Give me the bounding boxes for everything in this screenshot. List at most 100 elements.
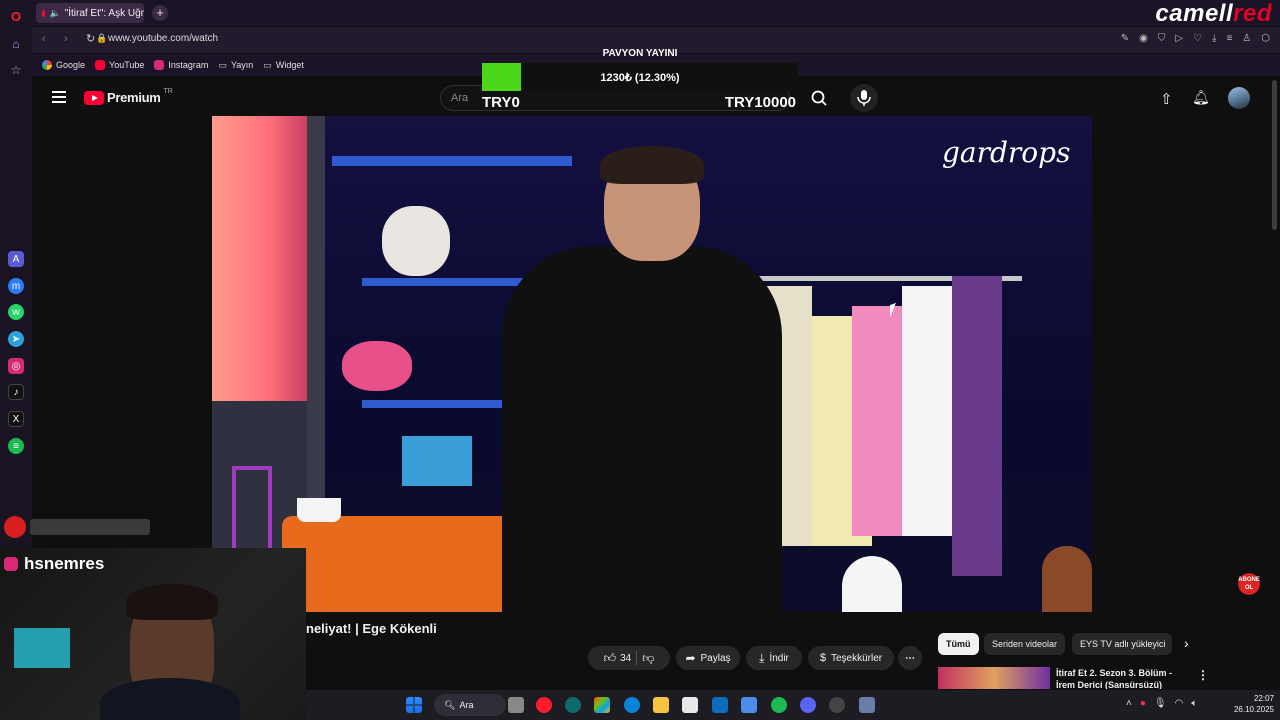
like-button[interactable]: 👍︎ 34 bbox=[604, 651, 632, 666]
url-text[interactable]: www.youtube.com/watch bbox=[108, 33, 218, 44]
share-button[interactable]: ➦ Paylaş bbox=[676, 646, 740, 670]
donation-progress-text: 1230₺ (12.30%) bbox=[600, 72, 680, 84]
upload-icon[interactable]: ⇧ bbox=[1160, 90, 1173, 108]
thanks-icon: $ bbox=[819, 652, 826, 664]
opera-taskbar-icon[interactable] bbox=[536, 697, 552, 713]
play-icon[interactable]: ▷ bbox=[1175, 33, 1183, 44]
aria-icon[interactable]: A bbox=[8, 251, 24, 267]
reload-icon[interactable]: ↻ bbox=[86, 32, 95, 45]
download-button[interactable]: ⤓ İndir bbox=[746, 646, 802, 670]
chip-uploader[interactable]: EYS TV adlı yükleyici bbox=[1072, 633, 1172, 655]
microphone-icon bbox=[857, 90, 871, 106]
taskbar-search-label: Ara bbox=[459, 700, 474, 710]
avatar[interactable] bbox=[1228, 87, 1250, 109]
home-icon[interactable]: ⌂ bbox=[8, 36, 24, 52]
tiktok-icon[interactable]: ♪ bbox=[8, 384, 24, 400]
chip-series[interactable]: Seriden videolar bbox=[984, 633, 1066, 655]
whatsapp-icon[interactable]: w bbox=[8, 304, 24, 320]
bookmark-label: Google bbox=[56, 60, 86, 70]
wifi-icon[interactable]: ◠ bbox=[1175, 698, 1184, 709]
task-view-icon[interactable] bbox=[508, 697, 524, 713]
share-icon: ➦ bbox=[685, 651, 696, 665]
notifications-bell-icon[interactable]: 🔔︎ bbox=[1192, 89, 1210, 106]
tab-bar: 🔈 "İtiraf Et": Aşk Uğr + camellred bbox=[32, 0, 1280, 27]
voice-search-button[interactable] bbox=[850, 84, 878, 112]
edge-icon[interactable] bbox=[624, 697, 640, 713]
discord-icon[interactable] bbox=[800, 697, 816, 713]
youtube-premium-logo[interactable]: Premium TR bbox=[84, 88, 173, 105]
app-icon[interactable] bbox=[741, 697, 757, 713]
chips-next-icon[interactable]: › bbox=[1184, 635, 1189, 651]
heart-icon[interactable]: ♡ bbox=[1193, 33, 1202, 44]
guitar bbox=[1042, 546, 1092, 612]
obs-icon[interactable] bbox=[829, 697, 845, 713]
system-tray[interactable]: ˄ ● 🎙︎ ◠ 🔈︎ bbox=[1126, 698, 1197, 709]
instagram-icon bbox=[154, 60, 165, 70]
shield-icon[interactable]: ⛉ bbox=[1158, 33, 1166, 44]
camera-icon[interactable]: ◉ bbox=[1139, 33, 1148, 44]
store-icon[interactable] bbox=[682, 697, 698, 713]
sponsor-logo bbox=[4, 513, 158, 541]
spotify-icon[interactable]: ≡ bbox=[8, 438, 24, 454]
profile-icon[interactable]: ♙ bbox=[1242, 33, 1251, 44]
thanks-button[interactable]: $ Teşekkürler bbox=[808, 646, 894, 670]
speaker-icon[interactable]: 🔈 bbox=[49, 8, 60, 19]
edit-icon[interactable]: ✎ bbox=[1121, 33, 1129, 44]
bookmark-label: Instagram bbox=[168, 60, 209, 70]
opera-logo-icon[interactable]: O bbox=[8, 8, 24, 24]
bookmark-label: YouTube bbox=[109, 60, 145, 70]
search-button[interactable] bbox=[804, 85, 834, 111]
bookmark-instagram[interactable]: Instagram bbox=[154, 60, 208, 70]
subscribe-badge[interactable]: ABONE OL bbox=[1236, 572, 1262, 596]
donation-goal-overlay: PAVYON YAYINI 1230₺ (12.30%) TRY0 TRY100… bbox=[482, 48, 798, 114]
page-scrollbar[interactable] bbox=[1272, 80, 1277, 230]
spotify-taskbar-icon[interactable] bbox=[771, 697, 787, 713]
extensions-icon[interactable]: ⬡ bbox=[1261, 33, 1270, 44]
bookmark-yayin[interactable]: ▭ Yayın bbox=[218, 60, 253, 71]
taskbar-search[interactable]: 🔍︎ Ara bbox=[434, 694, 506, 716]
dislike-button[interactable]: 👎︎ bbox=[642, 651, 654, 666]
tray-mic-icon[interactable]: 🎙︎ bbox=[1154, 698, 1167, 709]
bookmark-widget[interactable]: ▭ Widget bbox=[263, 60, 304, 71]
related-thumbnail[interactable] bbox=[938, 667, 1050, 689]
mail-icon[interactable] bbox=[712, 697, 728, 713]
favorites-icon[interactable]: ☆ bbox=[8, 62, 24, 78]
youtube-icon bbox=[95, 60, 106, 70]
bookmark-youtube[interactable]: YouTube bbox=[95, 60, 144, 70]
related-video[interactable]: İtiraf Et 2. Sezon 3. Bölüm - İrem Deric… bbox=[1056, 667, 1186, 689]
related-title-line1: İtiraf Et 2. Sezon 3. Bölüm - bbox=[1056, 668, 1173, 678]
related-more-icon[interactable]: ⋮ bbox=[1197, 668, 1209, 682]
search-icon: 🔍︎ bbox=[444, 699, 456, 710]
forward-icon[interactable]: › bbox=[64, 33, 68, 45]
video-player[interactable]: gardrops bbox=[212, 116, 1092, 612]
more-actions-button[interactable]: ⋯ bbox=[898, 646, 922, 670]
windows-start-icon[interactable] bbox=[406, 697, 422, 713]
chip-all[interactable]: Tümü bbox=[938, 633, 979, 655]
messenger-icon[interactable]: m bbox=[8, 278, 24, 294]
new-tab-button[interactable]: + bbox=[152, 5, 168, 21]
download-icon[interactable]: ⤓ bbox=[1212, 33, 1216, 44]
logo-text: Premium bbox=[107, 90, 161, 105]
subscribe-badge-line2: OL bbox=[1244, 585, 1254, 591]
tray-app-icon[interactable]: ● bbox=[1140, 698, 1146, 709]
tray-chevron-icon[interactable]: ˄ bbox=[1126, 698, 1132, 709]
back-icon[interactable]: ‹ bbox=[42, 33, 46, 45]
volume-icon[interactable]: 🔈︎ bbox=[1191, 698, 1197, 709]
related-title-line2: İrem Derici (Sansürsüzü) bbox=[1056, 680, 1163, 689]
donation-goal-title: PAVYON YAYINI bbox=[602, 48, 678, 59]
clock[interactable]: 22:07 26.10.2025 bbox=[1230, 693, 1274, 715]
tab-youtube-video[interactable]: 🔈 "İtiraf Et": Aşk Uğr bbox=[36, 3, 144, 23]
google-icon bbox=[42, 60, 52, 70]
settings-gear-icon[interactable] bbox=[859, 697, 875, 713]
file-explorer-icon[interactable] bbox=[653, 697, 669, 713]
menu-icon[interactable]: ≡ bbox=[1226, 33, 1232, 44]
microsoft365-icon[interactable] bbox=[594, 697, 610, 713]
video-title: neliyat! | Ege Kökenli bbox=[306, 621, 437, 636]
x-icon[interactable]: X bbox=[8, 411, 24, 427]
hamburger-menu-icon[interactable] bbox=[52, 91, 66, 103]
telegram-icon[interactable]: ➤ bbox=[8, 331, 24, 347]
instagram-icon[interactable]: ◎ bbox=[8, 358, 24, 374]
bookmark-google[interactable]: Google bbox=[42, 60, 85, 70]
search-placeholder: Ara bbox=[451, 92, 469, 104]
app-circle-icon[interactable] bbox=[565, 697, 581, 713]
